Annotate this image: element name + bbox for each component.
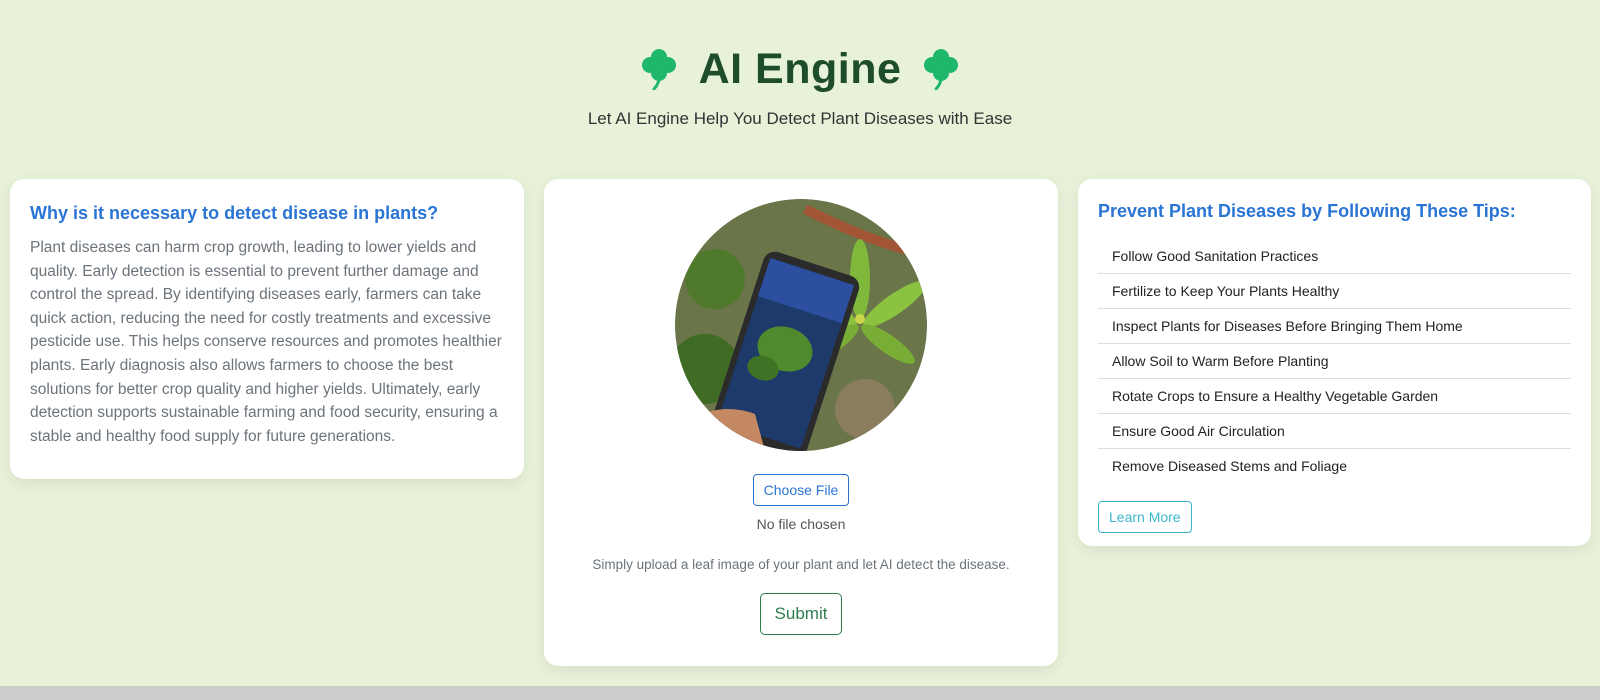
title-row: AI Engine	[0, 40, 1600, 98]
list-item: Follow Good Sanitation Practices	[1098, 239, 1571, 274]
info-card-body: Plant diseases can harm crop growth, lea…	[30, 239, 502, 445]
list-item: Remove Diseased Stems and Foliage	[1112, 458, 1348, 474]
submit-button[interactable]: Submit	[759, 593, 843, 635]
clover-icon	[641, 49, 676, 90]
file-status: No file chosen	[756, 516, 846, 532]
info-card: Why is it necessary to detect disease in…	[10, 179, 524, 479]
page-subtitle: Let AI Engine Help You Detect Plant Dise…	[587, 109, 1013, 128]
upload-hint: Simply upload a leaf image of your plant…	[592, 557, 1010, 572]
page-header: AI Engine Let AI Engine Help You Detect …	[0, 40, 1600, 129]
info-card-heading: Why is it necessary to detect disease in…	[30, 203, 439, 223]
choose-file-button[interactable]: Choose File	[752, 474, 850, 506]
list-item: Inspect Plants for Diseases Before Bring…	[1098, 309, 1571, 344]
learn-more-button[interactable]: Learn More	[1098, 501, 1192, 533]
list-item: Rotate Crops to Ensure a Healthy Vegetab…	[1098, 379, 1571, 414]
list-item: Ensure Good Air Circulation	[1098, 414, 1571, 449]
tips-card-heading: Prevent Plant Diseases by Following Thes…	[1098, 201, 1516, 221]
tips-card: Prevent Plant Diseases by Following Thes…	[1078, 179, 1591, 546]
upload-card: Choose File No file chosen Simply upload…	[544, 179, 1058, 666]
footer-bar	[0, 686, 1600, 700]
list-item: Fertilize to Keep Your Plants Healthy	[1098, 274, 1571, 309]
list-item: Allow Soil to Warm Before Planting	[1098, 344, 1571, 379]
tips-list: Follow Good Sanitation Practices Fertili…	[1098, 239, 1571, 483]
page-title: AI Engine	[698, 44, 902, 93]
clover-icon	[924, 49, 959, 90]
plant-phone-photo	[675, 199, 927, 451]
